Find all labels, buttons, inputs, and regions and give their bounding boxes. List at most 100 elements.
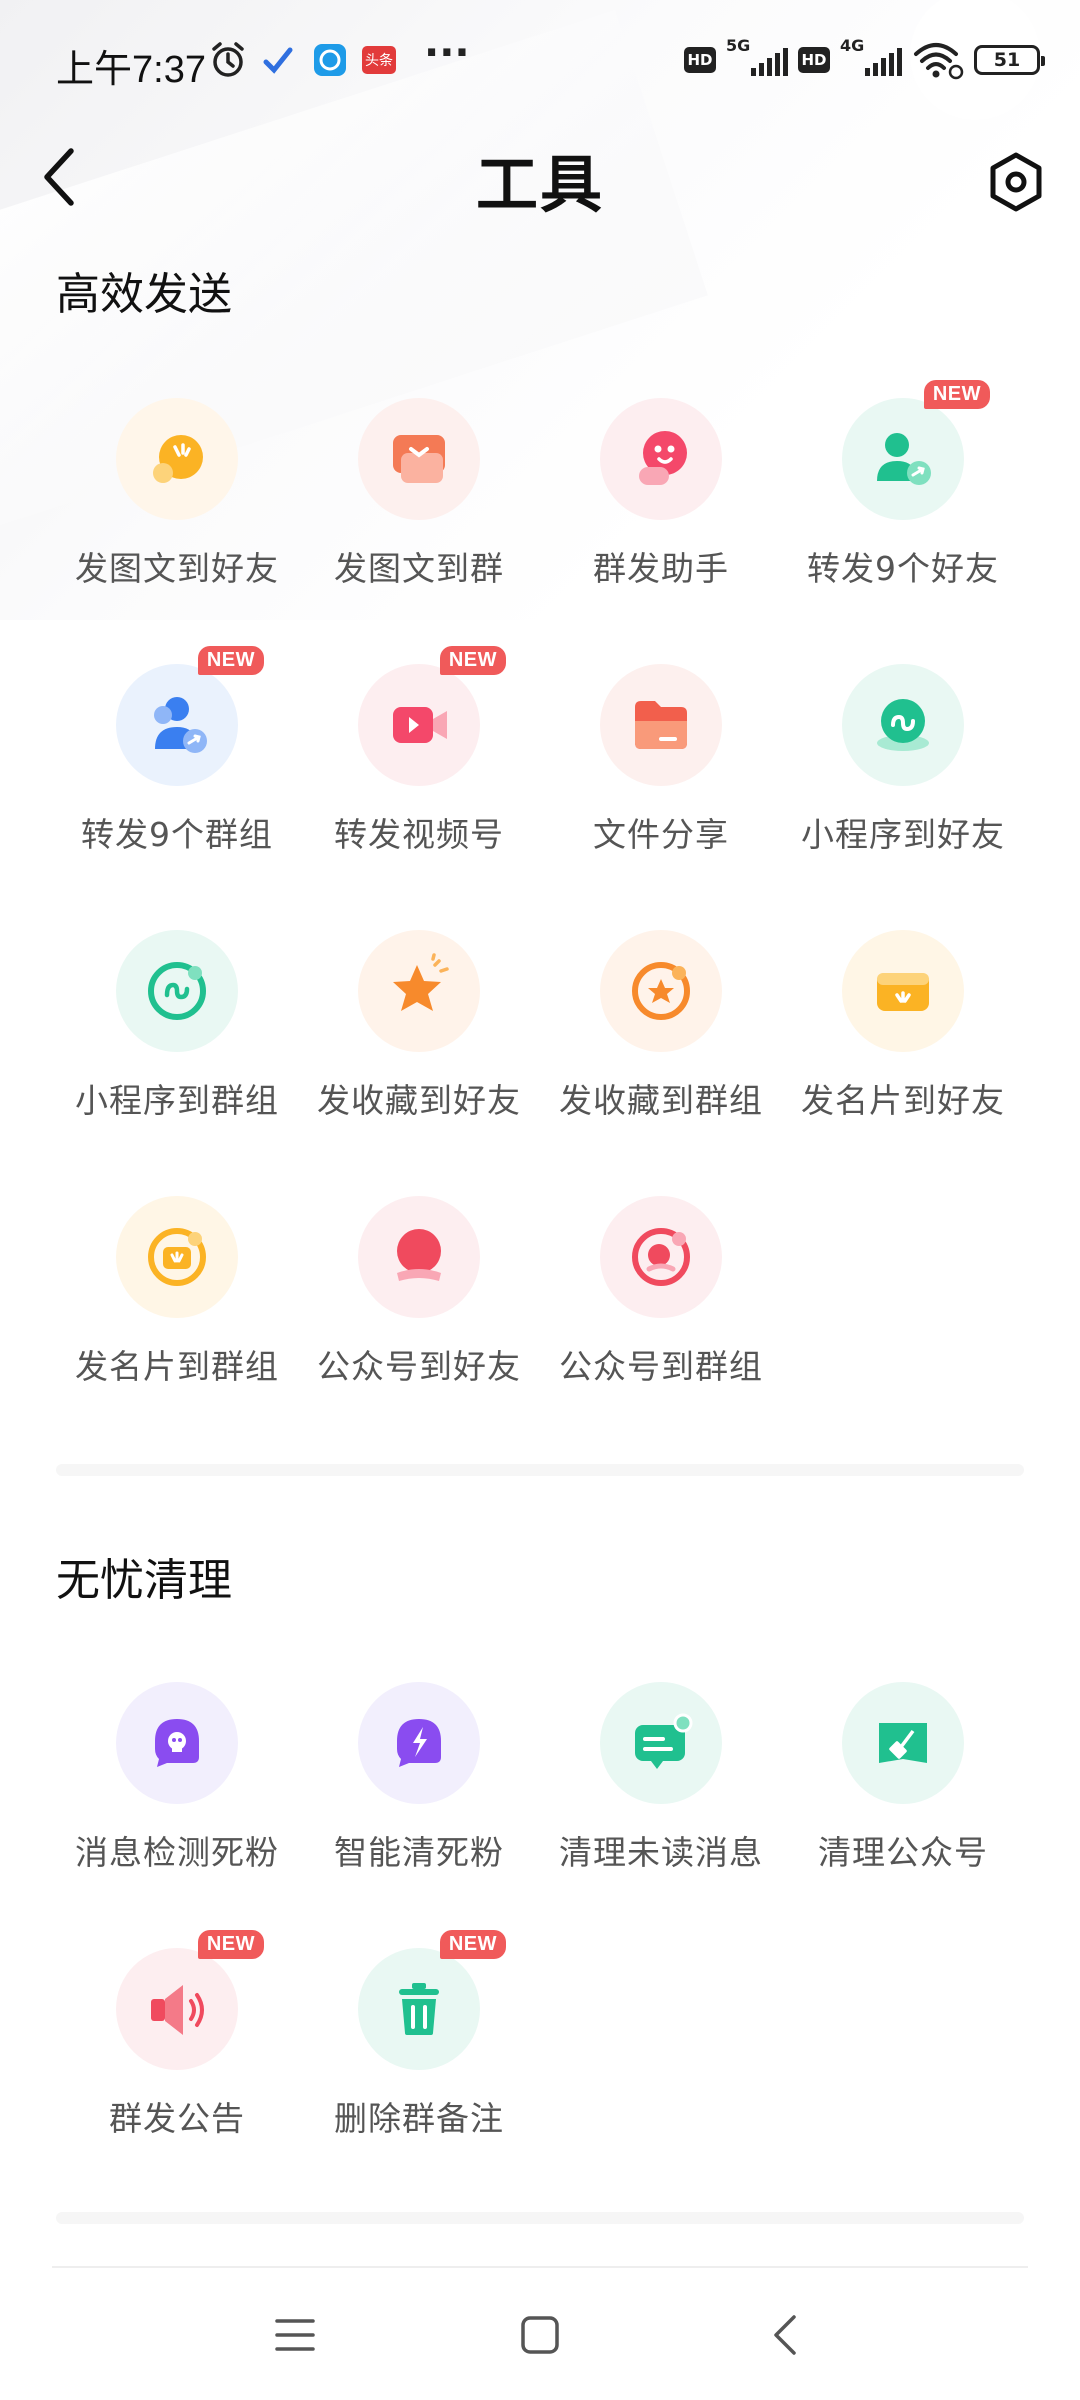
- section-title-efficient-send: 高效发送: [56, 269, 232, 320]
- image-text-group-icon: [358, 398, 480, 520]
- card-friend-icon: [842, 930, 964, 1052]
- tool-image-text-to-friend[interactable]: 发图文到好友: [56, 398, 298, 598]
- browser-app-icon: [314, 44, 346, 76]
- tool-label: 发名片到群组: [75, 1347, 279, 1386]
- nav-separator: [52, 2266, 1028, 2268]
- tool-label: 发图文到好友: [75, 549, 279, 588]
- miniprogram-group-icon: [116, 930, 238, 1052]
- group-announcement-icon: NEW: [116, 1930, 264, 2070]
- tool-label: 发图文到群: [334, 549, 504, 588]
- card-group-icon: [116, 1196, 238, 1318]
- new-badge: NEW: [197, 1930, 264, 1959]
- tool-delete-group-remark[interactable]: NEW 删除群备注: [298, 1930, 540, 2148]
- new-badge: NEW: [439, 646, 506, 675]
- signal-5g-icon: 5G: [726, 36, 788, 80]
- new-badge: NEW: [439, 1930, 506, 1959]
- recent-apps-button[interactable]: [260, 2300, 330, 2370]
- tool-label: 转发9个好友: [807, 549, 999, 588]
- checkmark-app-icon: [263, 47, 293, 74]
- tool-detect-dead-fans[interactable]: 消息检测死粉: [56, 1682, 298, 1882]
- section-divider-2: [56, 2212, 1024, 2224]
- settings-button[interactable]: [976, 142, 1056, 222]
- page-title: 工具: [475, 148, 604, 221]
- tool-label: 消息检测死粉: [75, 1833, 279, 1872]
- triangle-back-icon: [774, 2315, 796, 2355]
- efficient-send-grid: 发图文到好友 发图文到群 群发助手 NEW 转发9个好友 NEW 转发9个群组 …: [56, 380, 1024, 1438]
- tool-label: 文件分享: [593, 815, 729, 854]
- tool-official-account-to-friend[interactable]: 公众号到好友: [298, 1196, 540, 1396]
- hd-badge-2: HD: [798, 47, 830, 73]
- tool-label: 智能清死粉: [334, 1833, 504, 1872]
- tool-card-to-friend[interactable]: 发名片到好友: [782, 930, 1024, 1130]
- tool-label: 清理公众号: [818, 1833, 988, 1872]
- tool-clean-official-accounts[interactable]: 清理公众号: [782, 1682, 1024, 1882]
- tool-miniprogram-to-friend[interactable]: 小程序到好友: [782, 664, 1024, 864]
- more-notifications-icon: ···: [424, 30, 470, 76]
- tool-label: 公众号到群组: [559, 1347, 763, 1386]
- menu-icon: [275, 2319, 315, 2351]
- tool-file-share[interactable]: 文件分享: [540, 664, 782, 864]
- image-text-friend-icon: [116, 398, 238, 520]
- tool-group-announcement[interactable]: NEW 群发公告: [56, 1930, 298, 2148]
- new-badge: NEW: [197, 646, 264, 675]
- status-right-group: HD 5G HD 4G 51: [684, 36, 1045, 84]
- hd-badge: HD: [684, 47, 716, 73]
- miniprogram-friend-icon: [842, 664, 964, 786]
- network-5g-label: 5G: [726, 36, 751, 55]
- tool-label: 清理未读消息: [559, 1833, 763, 1872]
- tool-label: 发收藏到好友: [317, 1081, 521, 1120]
- system-navigation-bar: [0, 2270, 1080, 2400]
- tool-image-text-to-group[interactable]: 发图文到群: [298, 398, 540, 598]
- forward-video-icon: NEW: [358, 646, 506, 786]
- file-share-icon: [600, 664, 722, 786]
- tool-favorite-to-friend[interactable]: 发收藏到好友: [298, 930, 540, 1130]
- tool-label: 小程序到群组: [75, 1081, 279, 1120]
- tool-label: 转发9个群组: [81, 815, 273, 854]
- official-account-friend-icon: [358, 1196, 480, 1318]
- delete-group-remark-icon: NEW: [358, 1930, 506, 2070]
- alarm-icon: [212, 42, 244, 77]
- tool-favorite-to-group[interactable]: 发收藏到群组: [540, 930, 782, 1130]
- official-account-group-icon: [600, 1196, 722, 1318]
- tool-forward-video-channel[interactable]: NEW 转发视频号: [298, 646, 540, 864]
- toutiao-app-icon: 头条: [362, 46, 396, 74]
- tool-clear-unread-messages[interactable]: 清理未读消息: [540, 1682, 782, 1882]
- wifi-icon: [914, 43, 964, 80]
- status-bar: 上午7:37 头条 ··· HD 5G HD 4G 51: [0, 0, 1080, 120]
- worry-free-clean-grid: 消息检测死粉 智能清死粉 清理未读消息 清理公众号 NEW 群发公告 NEW 删…: [56, 1682, 1024, 2182]
- home-button[interactable]: [505, 2300, 575, 2370]
- tool-forward-9-friends[interactable]: NEW 转发9个好友: [782, 380, 1024, 598]
- network-4g-label: 4G: [840, 36, 865, 55]
- favorite-friend-icon: [358, 930, 480, 1052]
- new-badge: NEW: [923, 380, 990, 409]
- signal-4g-icon: 4G: [840, 36, 902, 80]
- settings-hexagon-icon: [990, 152, 1042, 212]
- tool-card-to-group[interactable]: 发名片到群组: [56, 1196, 298, 1396]
- clean-official-accounts-icon: [842, 1682, 964, 1804]
- tool-official-account-to-group[interactable]: 公众号到群组: [540, 1196, 782, 1396]
- tool-label: 群发助手: [593, 549, 729, 588]
- tool-forward-9-groups[interactable]: NEW 转发9个群组: [56, 646, 298, 864]
- tool-label: 群发公告: [109, 2099, 245, 2138]
- system-back-button[interactable]: [750, 2300, 820, 2370]
- clear-unread-icon: [600, 1682, 722, 1804]
- smart-clean-fans-icon: [358, 1682, 480, 1804]
- tool-label: 发收藏到群组: [559, 1081, 763, 1120]
- tool-smart-clean-fans[interactable]: 智能清死粉: [298, 1682, 540, 1882]
- favorite-group-icon: [600, 930, 722, 1052]
- tool-mass-send-assistant[interactable]: 群发助手: [540, 398, 782, 598]
- battery-indicator: 51: [974, 45, 1045, 75]
- tool-label: 删除群备注: [334, 2099, 504, 2138]
- page-header: 工具: [0, 120, 1080, 230]
- detect-dead-fans-icon: [116, 1682, 238, 1804]
- tool-label: 公众号到好友: [317, 1347, 521, 1386]
- tool-miniprogram-to-group[interactable]: 小程序到群组: [56, 930, 298, 1130]
- forward-friends-icon: NEW: [842, 380, 990, 520]
- section-title-worry-free-clean: 无忧清理: [56, 1555, 232, 1606]
- square-home-icon: [521, 2316, 559, 2354]
- tool-label: 小程序到好友: [801, 815, 1005, 854]
- tool-label: 发名片到好友: [801, 1081, 1005, 1120]
- section-divider: [56, 1464, 1024, 1476]
- mass-send-assistant-icon: [600, 398, 722, 520]
- forward-groups-icon: NEW: [116, 646, 264, 786]
